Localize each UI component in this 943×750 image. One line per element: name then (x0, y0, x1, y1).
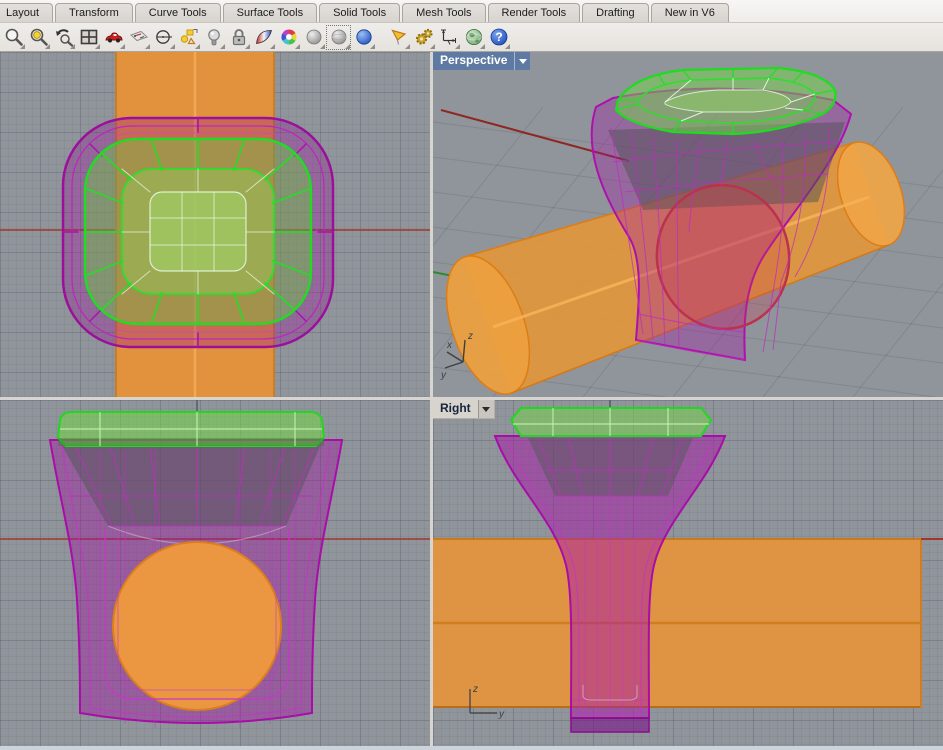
color-wheel-button[interactable] (276, 25, 301, 50)
zoom-extents-icon (4, 27, 24, 47)
help-glyph: ? (495, 30, 502, 44)
selection-filter-button[interactable] (176, 25, 201, 50)
viewport-title-perspective[interactable]: Perspective (433, 52, 530, 70)
tab-layout[interactable]: Layout (0, 3, 53, 22)
ghosted-display-icon (304, 27, 324, 47)
color-wheel-icon (279, 27, 299, 47)
cone-flag-button[interactable] (386, 25, 411, 50)
rendered-display-icon (354, 27, 374, 47)
ghosted-display-button[interactable] (301, 25, 326, 50)
help-button[interactable]: ? (486, 25, 511, 50)
gears-button[interactable] (411, 25, 436, 50)
tab-mesh-tools[interactable]: Mesh Tools (402, 3, 485, 22)
shaded-display-button[interactable] (251, 25, 276, 50)
zoom-window-icon (29, 27, 49, 47)
gem-mesh-front[interactable] (58, 412, 324, 446)
window-bottom-edge (0, 746, 943, 750)
tab-surface-tools[interactable]: Surface Tools (223, 3, 317, 22)
finger-cylinder-right[interactable] (433, 538, 921, 708)
lamp-button[interactable] (201, 25, 226, 50)
xray-display-button[interactable] (326, 25, 351, 50)
gears-icon (414, 27, 434, 47)
shaded-display-icon (254, 27, 274, 47)
viewport-title-right[interactable]: Right (433, 400, 495, 419)
tab-new-in-v6[interactable]: New in V6 (651, 3, 729, 22)
tab-drafting[interactable]: Drafting (582, 3, 649, 22)
gem-mesh-top[interactable] (85, 139, 311, 324)
help-icon: ? (489, 27, 509, 47)
viewport-title-text: Right (433, 400, 478, 418)
axis-z-label: z (472, 684, 478, 695)
axis-z-label: z (467, 331, 473, 342)
viewport-layout-icon (79, 27, 99, 47)
tab-transform[interactable]: Transform (55, 3, 133, 22)
zoom-previous-button[interactable] (51, 25, 76, 50)
circle-icon (154, 27, 174, 47)
viewport-top[interactable] (0, 52, 430, 397)
xray-display-icon (329, 27, 349, 47)
zoom-previous-icon (54, 27, 74, 47)
selection-filter-icon (179, 27, 199, 47)
zoom-window-button[interactable] (26, 25, 51, 50)
tab-render-tools[interactable]: Render Tools (488, 3, 581, 22)
viewport-layout-button[interactable] (76, 25, 101, 50)
viewport-right[interactable]: z y Right (433, 400, 943, 746)
cone-flag-icon (389, 27, 409, 47)
lock-icon (229, 27, 249, 47)
lock-button[interactable] (226, 25, 251, 50)
car-button[interactable] (101, 25, 126, 50)
main-toolbar: ? (0, 23, 943, 52)
finger-cylinder-front[interactable] (113, 542, 281, 710)
viewport-grid: z x y Perspective (0, 52, 943, 750)
viewport-menu-arrow-icon[interactable] (514, 52, 530, 70)
viewport-front[interactable] (0, 400, 430, 746)
viewport-title-text: Perspective (433, 52, 514, 70)
lamp-icon (204, 27, 224, 47)
dimension-icon (439, 27, 459, 47)
car-icon (104, 27, 124, 47)
earth-button[interactable] (461, 25, 486, 50)
dimension-button[interactable] (436, 25, 461, 50)
earth-icon (464, 27, 484, 47)
axis-y-label: y (498, 709, 505, 720)
tab-solid-tools[interactable]: Solid Tools (319, 3, 400, 22)
axis-x-label: x (446, 340, 453, 351)
gem-mesh-right[interactable] (511, 408, 711, 436)
zoom-extents-button[interactable] (1, 25, 26, 50)
make-2d-icon (129, 27, 149, 47)
axis-y-label: y (440, 370, 447, 381)
viewport-menu-arrow-icon[interactable] (478, 400, 494, 418)
viewport-perspective[interactable]: z x y Perspective (433, 52, 943, 397)
rendered-display-button[interactable] (351, 25, 376, 50)
make-2d-button[interactable] (126, 25, 151, 50)
circle-button[interactable] (151, 25, 176, 50)
toolbar-tab-bar: Layout Transform Curve Tools Surface Too… (0, 0, 943, 23)
tab-curve-tools[interactable]: Curve Tools (135, 3, 221, 22)
